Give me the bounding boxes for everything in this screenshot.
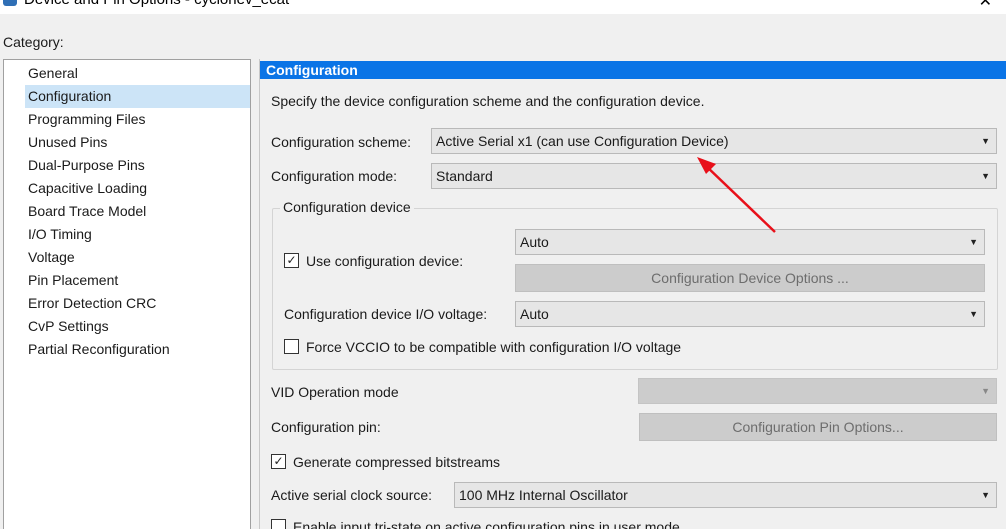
category-item-dual-purpose-pins[interactable]: Dual-Purpose Pins — [25, 154, 250, 177]
scheme-label: Configuration scheme: — [271, 134, 412, 150]
window-title: Device and Pin Options - cyclonev_ecat — [24, 0, 289, 8]
clock-source-value: 100 MHz Internal Oscillator — [459, 487, 628, 503]
chevron-down-icon: ▼ — [981, 171, 990, 181]
category-item-pin-placement[interactable]: Pin Placement — [25, 269, 250, 292]
compressed-bitstreams-label: Generate compressed bitstreams — [293, 454, 500, 470]
chevron-down-icon: ▼ — [981, 136, 990, 146]
panel-description: Specify the device configuration scheme … — [271, 93, 705, 109]
category-label: Category: — [3, 34, 64, 50]
io-voltage-value: Auto — [520, 306, 549, 322]
config-device-options-button[interactable]: Configuration Device Options ... — [515, 264, 985, 292]
mode-label: Configuration mode: — [271, 168, 398, 184]
panel-header: Configuration — [260, 61, 1006, 79]
vid-label: VID Operation mode — [271, 384, 399, 400]
category-item-cvp-settings[interactable]: CvP Settings — [25, 315, 250, 338]
vid-dropdown[interactable]: ▼ — [638, 378, 997, 404]
close-icon[interactable]: ✕ — [979, 0, 992, 11]
category-item-board-trace-model[interactable]: Board Trace Model — [25, 200, 250, 223]
configuration-panel: Configuration Specify the device configu… — [259, 59, 1006, 529]
config-pin-options-button[interactable]: Configuration Pin Options... — [639, 413, 997, 441]
config-device-value: Auto — [520, 234, 549, 250]
category-item-programming-files[interactable]: Programming Files — [25, 108, 250, 131]
category-item-configuration[interactable]: Configuration — [25, 85, 250, 108]
category-item-partial-reconfiguration[interactable]: Partial Reconfiguration — [25, 338, 250, 361]
window-titlebar: Device and Pin Options - cyclonev_ecat ✕ — [0, 0, 1006, 14]
use-config-device-checkbox[interactable]: ✓ — [284, 253, 299, 268]
tristate-checkbox[interactable] — [271, 519, 286, 529]
clock-source-dropdown[interactable]: 100 MHz Internal Oscillator ▼ — [454, 482, 997, 508]
category-item-general[interactable]: General — [25, 62, 250, 85]
chevron-down-icon: ▼ — [981, 386, 990, 396]
category-item-error-detection-crc[interactable]: Error Detection CRC — [25, 292, 250, 315]
category-list[interactable]: General Configuration Programming Files … — [3, 59, 251, 529]
chevron-down-icon: ▼ — [981, 490, 990, 500]
category-item-capacitive-loading[interactable]: Capacitive Loading — [25, 177, 250, 200]
force-vccio-checkbox[interactable] — [284, 339, 299, 354]
scheme-dropdown[interactable]: Active Serial x1 (can use Configuration … — [431, 128, 997, 154]
app-icon — [3, 0, 17, 6]
compressed-bitstreams-checkbox[interactable]: ✓ — [271, 454, 286, 469]
category-item-unused-pins[interactable]: Unused Pins — [25, 131, 250, 154]
config-pin-label: Configuration pin: — [271, 419, 381, 435]
tristate-label: Enable input tri-state on active configu… — [293, 519, 680, 529]
category-item-voltage[interactable]: Voltage — [25, 246, 250, 269]
io-voltage-dropdown[interactable]: Auto ▼ — [515, 301, 985, 327]
clock-source-label: Active serial clock source: — [271, 487, 433, 503]
use-config-device-label: Use configuration device: — [306, 253, 464, 269]
chevron-down-icon: ▼ — [969, 309, 978, 319]
force-vccio-label: Force VCCIO to be compatible with config… — [306, 339, 682, 355]
mode-dropdown[interactable]: Standard ▼ — [431, 163, 997, 189]
io-voltage-label: Configuration device I/O voltage: — [284, 306, 488, 322]
category-item-io-timing[interactable]: I/O Timing — [25, 223, 250, 246]
chevron-down-icon: ▼ — [969, 237, 978, 247]
config-device-dropdown[interactable]: Auto ▼ — [515, 229, 985, 255]
configuration-device-title: Configuration device — [280, 199, 414, 215]
mode-value: Standard — [436, 168, 493, 184]
scheme-value: Active Serial x1 (can use Configuration … — [436, 133, 729, 149]
